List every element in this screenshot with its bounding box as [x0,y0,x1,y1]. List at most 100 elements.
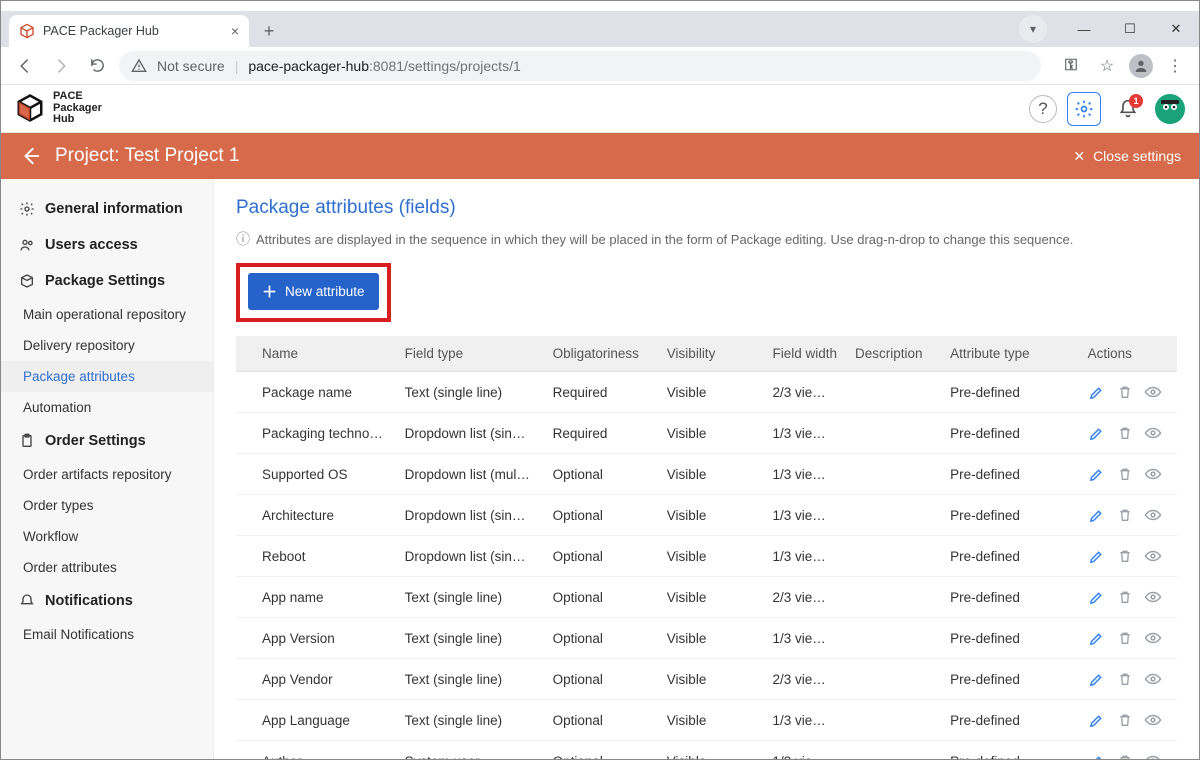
table-header-cell[interactable]: Obligatoriness [543,336,657,372]
table-header-cell[interactable]: Visibility [657,336,763,372]
table-row[interactable]: App VersionText (single line)OptionalVis… [236,618,1177,659]
window-close-button[interactable]: ✕ [1153,14,1199,44]
preview-eye-icon[interactable] [1144,506,1162,524]
attributes-table: NameField typeObligatorinessVisibilityFi… [236,336,1177,759]
settings-gear-icon[interactable] [1067,92,1101,126]
banner-back-icon[interactable] [19,145,41,167]
user-avatar[interactable] [1155,94,1185,124]
delete-icon[interactable] [1116,752,1134,759]
gear-icon [19,201,35,217]
sidebar-section-package[interactable]: Package Settings [1,263,213,299]
table-cell: Visible [657,659,763,700]
sidebar-item[interactable]: Email Notifications [1,619,213,650]
delete-icon[interactable] [1116,424,1134,442]
delete-icon[interactable] [1116,465,1134,483]
edit-icon[interactable] [1088,465,1106,483]
delete-icon[interactable] [1116,588,1134,606]
close-icon: ✕ [1073,148,1085,165]
preview-eye-icon[interactable] [1144,711,1162,729]
app-header: PACE Packager Hub ? 1 [1,85,1199,133]
edit-icon[interactable] [1088,670,1106,688]
close-settings-label: Close settings [1093,148,1181,164]
edit-icon[interactable] [1088,711,1106,729]
table-cell: Text (single line) [395,618,543,659]
table-header-cell[interactable]: Name [236,336,395,372]
preview-eye-icon[interactable] [1144,383,1162,401]
table-row[interactable]: RebootDropdown list (single c...Optional… [236,536,1177,577]
preview-eye-icon[interactable] [1144,670,1162,688]
table-cell [845,413,940,454]
table-row[interactable]: App nameText (single line)OptionalVisibl… [236,577,1177,618]
delete-icon[interactable] [1116,711,1134,729]
delete-icon[interactable] [1116,383,1134,401]
preview-eye-icon[interactable] [1144,547,1162,565]
sidebar-section-notifications[interactable]: Notifications [1,583,213,619]
new-attribute-button[interactable]: ＋ New attribute [248,273,379,310]
sidebar-item-users[interactable]: Users access [1,227,213,263]
edit-icon[interactable] [1088,383,1106,401]
edit-icon[interactable] [1088,424,1106,442]
window-controls: ▾ ― ☐ ✕ [1019,11,1199,47]
preview-eye-icon[interactable] [1144,629,1162,647]
kebab-menu-icon[interactable]: ⋮ [1161,52,1189,80]
table-cell [845,536,940,577]
edit-icon[interactable] [1088,547,1106,565]
edit-icon[interactable] [1088,506,1106,524]
table-header-cell[interactable]: Actions [1078,336,1177,372]
close-settings-button[interactable]: ✕ Close settings [1073,148,1181,165]
preview-eye-icon[interactable] [1144,465,1162,483]
window-minimize-button[interactable]: ― [1061,14,1107,44]
logo-text-3: Hub [53,114,102,126]
chevron-down-icon[interactable]: ▾ [1019,15,1047,43]
delete-icon[interactable] [1116,547,1134,565]
edit-icon[interactable] [1088,629,1106,647]
preview-eye-icon[interactable] [1144,424,1162,442]
window-maximize-button[interactable]: ☐ [1107,14,1153,44]
delete-icon[interactable] [1116,670,1134,688]
nav-back-button[interactable] [11,52,39,80]
sidebar-item[interactable]: Main operational repository [1,299,213,330]
app-logo[interactable]: PACE Packager Hub [15,91,102,126]
table-row[interactable]: Supported OSDropdown list (multiple...Op… [236,454,1177,495]
sidebar-item-general[interactable]: General information [1,191,213,227]
key-icon[interactable]: ⚿ [1057,52,1085,80]
table-cell: Pre-defined [940,741,1077,760]
table-header-cell[interactable]: Description [845,336,940,372]
sidebar-item[interactable]: Order artifacts repository [1,459,213,490]
edit-icon[interactable] [1088,752,1106,759]
table-row[interactable]: ArchitectureDropdown list (single c...Op… [236,495,1177,536]
preview-eye-icon[interactable] [1144,588,1162,606]
browser-tab[interactable]: PACE Packager Hub × [9,15,249,47]
tab-close-icon[interactable]: × [231,23,239,39]
table-header-cell[interactable]: Attribute type [940,336,1077,372]
sidebar-item[interactable]: Order attributes [1,552,213,583]
table-row[interactable]: App VendorText (single line)OptionalVisi… [236,659,1177,700]
table-row[interactable]: App LanguageText (single line)OptionalVi… [236,700,1177,741]
table-header-cell[interactable]: Field type [395,336,543,372]
table-row[interactable]: AuthorSystem userOptionalVisible1/3 view… [236,741,1177,760]
warning-icon [131,58,147,74]
delete-icon[interactable] [1116,629,1134,647]
sidebar-item[interactable]: Automation [1,392,213,423]
browser-tab-title: PACE Packager Hub [43,24,159,38]
sidebar-item[interactable]: Workflow [1,521,213,552]
profile-avatar-icon[interactable] [1129,54,1153,78]
new-tab-button[interactable]: + [255,17,283,45]
sidebar-section-order[interactable]: Order Settings [1,423,213,459]
preview-eye-icon[interactable] [1144,752,1162,759]
sidebar-item[interactable]: Package attributes [1,361,213,392]
table-row[interactable]: Packaging technolo...Dropdown list (sing… [236,413,1177,454]
table-row[interactable]: Package nameText (single line)RequiredVi… [236,372,1177,413]
bookmark-star-icon[interactable]: ☆ [1093,52,1121,80]
help-icon[interactable]: ? [1029,95,1057,123]
sidebar-item[interactable]: Order types [1,490,213,521]
nav-forward-button[interactable] [47,52,75,80]
notification-bell-icon[interactable]: 1 [1111,92,1145,126]
address-bar[interactable]: Not secure | pace-packager-hub:8081/sett… [119,51,1041,81]
nav-reload-button[interactable] [83,52,111,80]
project-banner: Project: Test Project 1 ✕ Close settings [1,133,1199,179]
delete-icon[interactable] [1116,506,1134,524]
table-header-cell[interactable]: Field width [763,336,845,372]
edit-icon[interactable] [1088,588,1106,606]
sidebar-item[interactable]: Delivery repository [1,330,213,361]
